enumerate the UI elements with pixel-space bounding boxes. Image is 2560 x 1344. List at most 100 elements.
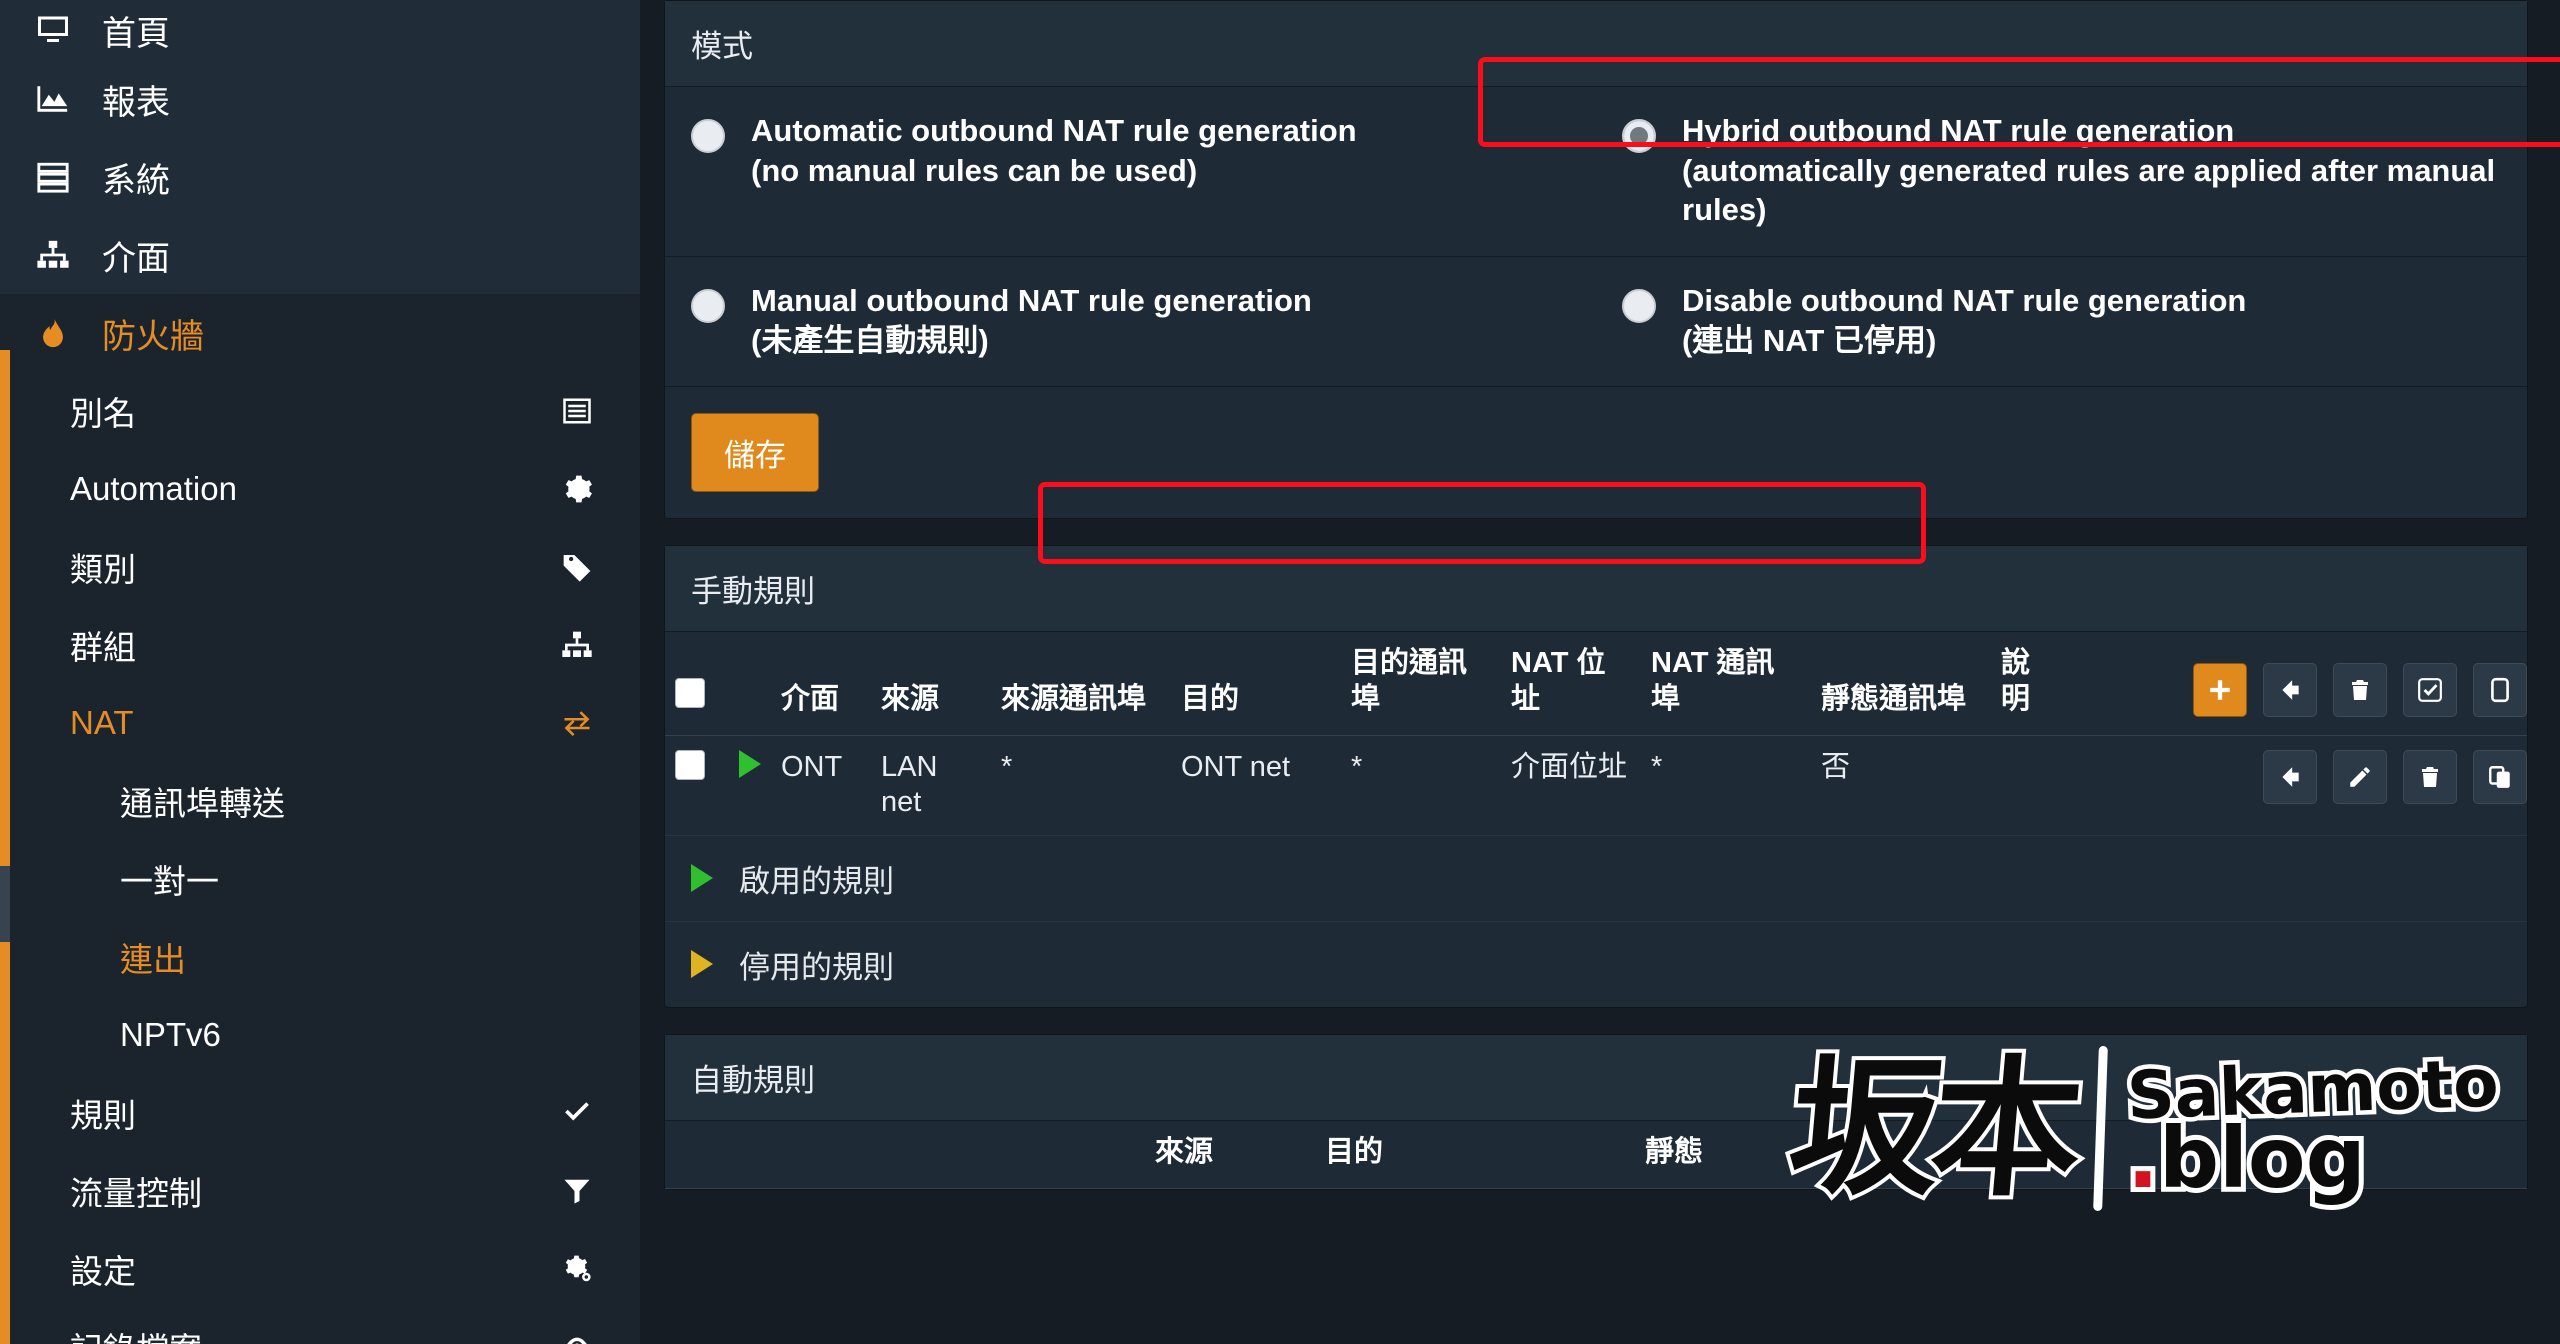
checkbox-empty-button[interactable] [2473, 663, 2527, 718]
column-static-port: 靜態通訊埠 [1811, 632, 1991, 737]
sidebar-item-categories[interactable]: 類別 [0, 528, 640, 606]
manual-rules-body: 介面 來源 來源通訊埠 目的 目的通訊埠 NAT 位址 NAT 通訊埠 靜態通訊… [665, 632, 2527, 1007]
yellow-triangle-icon [691, 950, 713, 979]
sidebar-top-group: 首頁 報表 系統 介面 [0, 0, 640, 294]
sidebar-item-shaper[interactable]: 流量控制 [0, 1152, 640, 1230]
gears-icon [550, 1253, 604, 1285]
radio-automatic-label: Automatic outbound NAT rule generation [751, 113, 1357, 148]
radio-manual-sublabel: (未產生自動規則) [751, 322, 989, 358]
sidebar-item-settings[interactable]: 設定 [0, 1230, 640, 1308]
sidebar-item-aliases[interactable]: 別名 [0, 372, 640, 450]
main-content: 模式 Automatic outbound NAT rule generatio… [640, 0, 2560, 1344]
radio-manual-label: Manual outbound NAT rule generation [751, 283, 1312, 319]
mode-panel-body: Automatic outbound NAT rule generation (… [665, 87, 2527, 518]
sidebar-item-reports[interactable]: 報表 [0, 60, 640, 138]
auto-column-source: 來源 [1145, 1120, 1315, 1190]
sidebar-item-interfaces[interactable]: 介面 [0, 216, 640, 294]
add-rule-button[interactable] [2192, 663, 2247, 718]
row-delete-button[interactable] [2402, 750, 2457, 805]
sidebar-item-label: 設定 [70, 1253, 136, 1290]
sitemap-icon [550, 629, 604, 661]
sidebar-item-label: 流量控制 [70, 1175, 202, 1212]
cell-nat-address: 介面位址 [1501, 735, 1641, 836]
sitemap-icon [26, 238, 80, 272]
green-triangle-icon [691, 864, 713, 893]
column-source-port: 來源通訊埠 [991, 632, 1171, 737]
cell-description [1991, 735, 2061, 836]
sidebar-item-rules[interactable]: 規則 [0, 1074, 640, 1152]
table-header-row: 介面 來源 來源通訊埠 目的 目的通訊埠 NAT 位址 NAT 通訊埠 靜態通訊… [665, 632, 2527, 737]
list-icon [550, 396, 604, 426]
radio-option-hybrid[interactable]: Hybrid outbound NAT rule generation (aut… [1596, 87, 2527, 256]
mode-radio-row-2: Manual outbound NAT rule generation (未產生… [665, 257, 2527, 388]
radio-option-manual[interactable]: Manual outbound NAT rule generation (未產生… [665, 257, 1596, 386]
select-all-checkbox[interactable] [675, 677, 705, 708]
sidebar-item-log-files[interactable]: 記錄檔案 [0, 1308, 640, 1344]
column-source: 來源 [871, 632, 991, 737]
row-checkbox[interactable] [675, 750, 705, 781]
sidebar-firewall-group: 防火牆 別名 Automation 類別 群組 NAT 通訊埠轉送 一對一 連出… [0, 294, 640, 1344]
row-edit-button[interactable] [2332, 750, 2387, 805]
sidebar: 首頁 報表 系統 介面 防火牆 別名 Automation 類別 群組 NAT … [0, 0, 640, 1344]
sidebar-item-outbound[interactable]: 連出 [0, 918, 640, 996]
tag-icon [550, 551, 604, 583]
sidebar-item-automation[interactable]: Automation [0, 450, 640, 528]
sidebar-item-label: 連出 [120, 941, 186, 978]
column-nat-port: NAT 通訊埠 [1641, 632, 1811, 737]
manual-rules-title: 手動規則 [665, 546, 2527, 633]
sidebar-item-groups[interactable]: 群組 [0, 606, 640, 684]
check-icon [550, 1098, 604, 1128]
save-button[interactable]: 儲存 [691, 413, 819, 493]
radio-hybrid-sublabel: (automatically generated rules are appli… [1682, 152, 2496, 228]
mode-panel-title: 模式 [665, 1, 2527, 87]
sidebar-item-one-to-one[interactable]: 一對一 [0, 840, 640, 918]
table-toolbar [2061, 632, 2527, 737]
save-row: 儲存 [665, 387, 2527, 518]
watermark-text: Sakamoto .blog [2121, 1040, 2504, 1206]
desktop-icon [26, 12, 80, 48]
radio-disable-indicator[interactable] [1622, 289, 1656, 324]
column-interface: 介面 [771, 632, 871, 737]
filter-icon [550, 1176, 604, 1206]
radio-option-disable[interactable]: Disable outbound NAT rule generation (連出… [1596, 257, 2527, 386]
table-row[interactable]: ONT LAN net * ONT net * 介面位址 * 否 [665, 735, 2527, 836]
radio-hybrid-indicator[interactable] [1622, 119, 1656, 153]
sidebar-item-label: NPTv6 [120, 1016, 221, 1053]
watermark-logo: 坂本 Sakamoto .blog [1778, 1037, 2504, 1221]
column-nat-address: NAT 位址 [1501, 632, 1641, 737]
sidebar-item-label: 類別 [70, 551, 136, 588]
sidebar-item-label: 防火牆 [102, 317, 204, 356]
manual-rules-panel: 手動規則 介面 來源 來源通訊埠 目的 目的通訊埠 NAT 位址 NAT 通訊埠… [664, 545, 2528, 1008]
row-actions [2061, 735, 2527, 836]
radio-automatic-indicator[interactable] [691, 119, 725, 153]
mode-radio-row-1: Automatic outbound NAT rule generation (… [665, 87, 2527, 258]
sidebar-item-nptv6[interactable]: NPTv6 [0, 996, 640, 1074]
radio-hybrid-label: Hybrid outbound NAT rule generation [1682, 113, 2235, 148]
move-selected-button[interactable] [2262, 663, 2317, 718]
row-copy-button[interactable] [2473, 750, 2527, 805]
chart-area-icon [26, 82, 80, 116]
row-move-button[interactable] [2262, 750, 2317, 805]
sidebar-item-label: 群組 [70, 629, 136, 666]
app-root: 首頁 報表 系統 介面 防火牆 別名 Automation 類別 群組 NAT … [0, 0, 2560, 1344]
column-dest-port: 目的通訊埠 [1341, 632, 1501, 737]
radio-manual-indicator[interactable] [691, 289, 725, 324]
sidebar-item-label: 記錄檔案 [70, 1323, 202, 1344]
cell-source-port: * [991, 735, 1171, 836]
sidebar-item-port-forward[interactable]: 通訊埠轉送 [0, 762, 640, 840]
sidebar-item-system[interactable]: 系統 [0, 138, 640, 216]
sidebar-item-label: 首頁 [102, 14, 170, 53]
delete-selected-button[interactable] [2332, 663, 2387, 718]
sidebar-item-label: 系統 [102, 161, 170, 200]
legend-enabled-label: 啟用的規則 [739, 863, 894, 899]
legend-disabled-rules: 停用的規則 [665, 922, 2527, 1007]
checkbox-checked-button[interactable] [2402, 663, 2457, 718]
server-icon [26, 160, 80, 194]
sidebar-item-home[interactable]: 首頁 [0, 0, 640, 60]
sidebar-item-nat[interactable]: NAT [0, 684, 640, 762]
radio-option-automatic[interactable]: Automatic outbound NAT rule generation (… [665, 87, 1596, 256]
sidebar-item-firewall[interactable]: 防火牆 [0, 294, 640, 372]
sidebar-item-label: 規則 [70, 1097, 136, 1134]
watermark-divider [2093, 1045, 2108, 1212]
auto-column-destination: 目的 [1315, 1120, 1635, 1190]
